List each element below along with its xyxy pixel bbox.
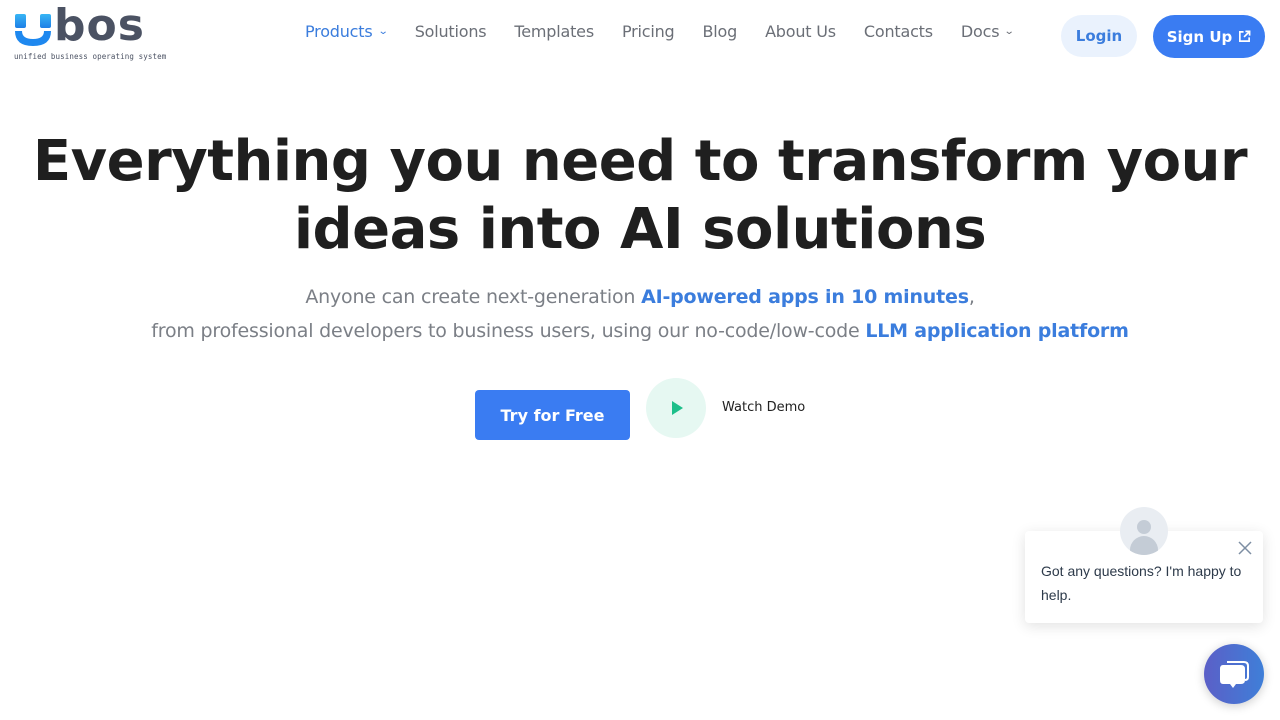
nav-item-solutions[interactable]: Solutions xyxy=(415,22,487,41)
nav-item-pricing[interactable]: Pricing xyxy=(622,22,675,41)
logo-wordmark: bos xyxy=(54,0,145,51)
login-button[interactable]: Login xyxy=(1061,15,1137,57)
watch-demo-link[interactable]: Watch Demo xyxy=(722,400,805,415)
nav-item-label: Solutions xyxy=(414,22,487,41)
chat-message: Got any questions? I'm happy to help. xyxy=(1041,563,1242,603)
nav-item-templates[interactable]: Templates xyxy=(514,22,594,41)
user-avatar-icon xyxy=(1120,507,1168,555)
subtitle-text: , xyxy=(968,286,975,308)
hero-headline-line-1: Everything you need to transform your xyxy=(32,129,1248,194)
external-link-icon xyxy=(1239,30,1251,42)
chat-launcher-button[interactable] xyxy=(1204,644,1264,704)
site-header: bos unified business operating system Pr… xyxy=(0,0,1280,72)
nav-item-about-us[interactable]: About Us xyxy=(765,22,836,41)
nav-item-label: About Us xyxy=(765,22,836,41)
sign-up-label: Sign Up xyxy=(1166,27,1233,46)
nav-item-label: Contacts xyxy=(863,22,933,41)
try-for-free-button[interactable]: Try for Free xyxy=(475,390,630,440)
nav-item-contacts[interactable]: Contacts xyxy=(864,22,933,41)
nav-item-products[interactable]: Products ⌄ xyxy=(305,22,388,41)
hero-headline: Everything you need to transform your id… xyxy=(0,128,1280,264)
subtitle-text: from professional developers to business… xyxy=(151,320,866,342)
hero-subtitle: Anyone can create next-generation AI-pow… xyxy=(0,280,1280,348)
watch-demo-play-button[interactable] xyxy=(646,378,706,438)
subtitle-highlight-platform: LLM application platform xyxy=(865,320,1129,342)
nav-item-label: Blog xyxy=(702,22,738,41)
logo-tagline: unified business operating system xyxy=(14,52,167,61)
subtitle-text: Anyone can create next-generation xyxy=(305,286,642,308)
avatar-body-shape xyxy=(1130,536,1158,555)
nav-item-blog[interactable]: Blog xyxy=(702,22,737,41)
avatar-head-shape xyxy=(1137,520,1151,534)
sign-up-button[interactable]: Sign Up xyxy=(1153,15,1265,58)
chevron-down-icon: ⌄ xyxy=(377,26,388,37)
chevron-down-icon: ⌄ xyxy=(1004,26,1015,37)
nav-item-label: Products xyxy=(305,22,373,41)
hero-headline-line-2: ideas into AI solutions xyxy=(293,197,987,262)
nav-item-label: Pricing xyxy=(621,22,675,41)
nav-item-label: Templates xyxy=(514,22,594,41)
subtitle-highlight-apps: AI-powered apps in 10 minutes xyxy=(641,286,969,308)
main-nav: Products ⌄ Solutions Templates Pricing B… xyxy=(305,22,1042,41)
chat-bubbles-icon xyxy=(1220,661,1249,688)
play-icon xyxy=(672,401,683,415)
nav-item-docs[interactable]: Docs ⌄ xyxy=(960,22,1015,41)
logo[interactable]: bos unified business operating system xyxy=(14,4,169,62)
close-icon[interactable] xyxy=(1237,540,1253,556)
nav-item-label: Docs xyxy=(960,22,1000,41)
ubos-logo-mark-icon xyxy=(15,14,51,46)
